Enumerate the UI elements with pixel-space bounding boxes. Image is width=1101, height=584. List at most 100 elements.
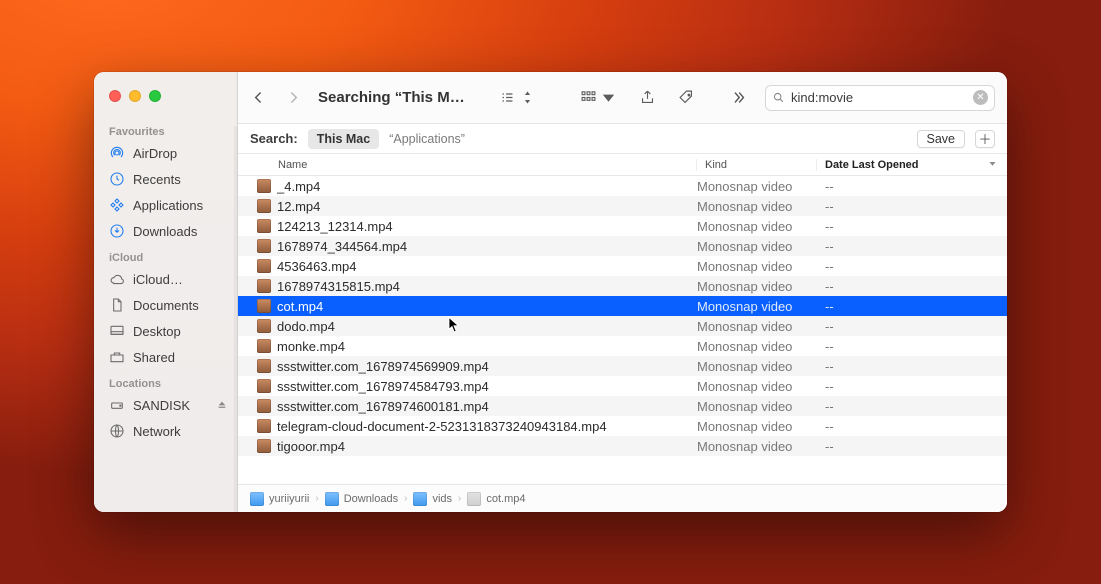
- file-date: --: [817, 279, 1007, 294]
- scope-this-mac[interactable]: This Mac: [308, 129, 380, 149]
- column-header-kind[interactable]: Kind: [697, 159, 817, 171]
- file-row[interactable]: 1678974315815.mp4Monosnap video--: [238, 276, 1007, 296]
- window-title: Searching “This Mac”: [318, 89, 473, 106]
- file-name: 4536463.mp4: [277, 259, 697, 274]
- file-row[interactable]: _4.mp4Monosnap video--: [238, 176, 1007, 196]
- file-row[interactable]: 124213_12314.mp4Monosnap video--: [238, 216, 1007, 236]
- file-thumbnail-icon: [257, 439, 271, 453]
- eject-icon[interactable]: [217, 398, 227, 413]
- column-header-name[interactable]: Name: [238, 159, 697, 171]
- file-row[interactable]: ssstwitter.com_1678974569909.mp4Monosnap…: [238, 356, 1007, 376]
- path-segment[interactable]: Downloads: [325, 492, 398, 506]
- file-row[interactable]: ssstwitter.com_1678974600181.mp4Monosnap…: [238, 396, 1007, 416]
- file-row[interactable]: telegram-cloud-document-2-52313183732409…: [238, 416, 1007, 436]
- forward-button[interactable]: [285, 89, 302, 106]
- file-row[interactable]: dodo.mp4Monosnap video--: [238, 316, 1007, 336]
- sidebar-item-icloud-drive[interactable]: iCloud…: [94, 266, 237, 292]
- overflow-button[interactable]: [730, 89, 747, 106]
- file-kind: Monosnap video: [697, 239, 817, 254]
- file-row[interactable]: monke.mp4Monosnap video--: [238, 336, 1007, 356]
- file-kind: Monosnap video: [697, 199, 817, 214]
- sidebar-item-desktop[interactable]: Desktop: [94, 318, 237, 344]
- sidebar-section-favourites: Favourites: [94, 118, 237, 140]
- add-criteria-button[interactable]: ＋: [975, 130, 995, 148]
- file-date: --: [817, 259, 1007, 274]
- file-kind: Monosnap video: [697, 219, 817, 234]
- sidebar-label: Documents: [133, 298, 199, 313]
- file-row[interactable]: tigooor.mp4Monosnap video--: [238, 436, 1007, 456]
- sidebar-label: Applications: [133, 198, 203, 213]
- file-icon: [467, 492, 481, 506]
- maximize-button[interactable]: [149, 90, 161, 102]
- column-header-row: Name Kind Date Last Opened: [238, 154, 1007, 176]
- file-row[interactable]: cot.mp4Monosnap video--: [238, 296, 1007, 316]
- sidebar-section-icloud: iCloud: [94, 244, 237, 266]
- file-kind: Monosnap video: [697, 399, 817, 414]
- tags-button[interactable]: [678, 89, 695, 106]
- file-kind: Monosnap video: [697, 339, 817, 354]
- sidebar-label: SANDISK: [133, 398, 190, 413]
- file-row[interactable]: 4536463.mp4Monosnap video--: [238, 256, 1007, 276]
- back-button[interactable]: [250, 89, 267, 106]
- sidebar-label: Downloads: [133, 224, 197, 239]
- file-date: --: [817, 419, 1007, 434]
- file-name: ssstwitter.com_1678974569909.mp4: [277, 359, 697, 374]
- file-date: --: [817, 359, 1007, 374]
- sidebar-item-airdrop[interactable]: AirDrop: [94, 140, 237, 166]
- airdrop-icon: [109, 145, 125, 161]
- doc-icon: [109, 297, 125, 313]
- path-bar: yuriiyurii › Downloads › vids › cot.mp4: [238, 484, 1007, 512]
- sort-indicator-icon: [988, 159, 997, 171]
- path-segment[interactable]: cot.mp4: [467, 492, 525, 506]
- path-segment[interactable]: yuriiyurii: [250, 492, 309, 506]
- view-list-button[interactable]: [499, 89, 536, 106]
- file-thumbnail-icon: [257, 259, 271, 273]
- file-kind: Monosnap video: [697, 299, 817, 314]
- file-date: --: [817, 239, 1007, 254]
- scope-applications[interactable]: “Applications”: [389, 132, 465, 146]
- file-name: 124213_12314.mp4: [277, 219, 697, 234]
- sidebar-item-recents[interactable]: Recents: [94, 166, 237, 192]
- file-thumbnail-icon: [257, 379, 271, 393]
- folder-icon: [413, 492, 427, 506]
- file-kind: Monosnap video: [697, 419, 817, 434]
- file-list[interactable]: _4.mp4Monosnap video--12.mp4Monosnap vid…: [238, 176, 1007, 484]
- sidebar-item-downloads[interactable]: Downloads: [94, 218, 237, 244]
- file-row[interactable]: 12.mp4Monosnap video--: [238, 196, 1007, 216]
- file-row[interactable]: 1678974_344564.mp4Monosnap video--: [238, 236, 1007, 256]
- column-header-date[interactable]: Date Last Opened: [817, 159, 1007, 171]
- save-search-button[interactable]: Save: [917, 130, 966, 148]
- file-name: 1678974315815.mp4: [277, 279, 697, 294]
- file-row[interactable]: ssstwitter.com_1678974584793.mp4Monosnap…: [238, 376, 1007, 396]
- file-date: --: [817, 339, 1007, 354]
- sidebar-item-applications[interactable]: Applications: [94, 192, 237, 218]
- scope-bar: Search: This Mac “Applications” Save ＋: [238, 124, 1007, 154]
- file-date: --: [817, 319, 1007, 334]
- file-date: --: [817, 179, 1007, 194]
- share-button[interactable]: [639, 89, 656, 106]
- close-button[interactable]: [109, 90, 121, 102]
- file-name: ssstwitter.com_1678974584793.mp4: [277, 379, 697, 394]
- file-date: --: [817, 219, 1007, 234]
- group-by-button[interactable]: [580, 89, 617, 106]
- sidebar-section-locations: Locations: [94, 370, 237, 392]
- sidebar-item-sandisk[interactable]: SANDISK: [94, 392, 237, 418]
- sidebar-label: Network: [133, 424, 181, 439]
- sidebar-item-network[interactable]: Network: [94, 418, 237, 444]
- clear-search-button[interactable]: ✕: [973, 90, 988, 105]
- sidebar-item-shared[interactable]: Shared: [94, 344, 237, 370]
- path-segment[interactable]: vids: [413, 492, 452, 506]
- cloud-icon: [109, 271, 125, 287]
- search-field[interactable]: ✕: [765, 85, 995, 111]
- path-separator-icon: ›: [456, 493, 463, 504]
- minimize-button[interactable]: [129, 90, 141, 102]
- file-kind: Monosnap video: [697, 319, 817, 334]
- sidebar-label: AirDrop: [133, 146, 177, 161]
- sidebar-item-documents[interactable]: Documents: [94, 292, 237, 318]
- file-date: --: [817, 399, 1007, 414]
- sidebar-label: Shared: [133, 350, 175, 365]
- desktop-icon: [109, 323, 125, 339]
- file-name: cot.mp4: [277, 299, 697, 314]
- file-kind: Monosnap video: [697, 259, 817, 274]
- search-input[interactable]: [791, 90, 967, 105]
